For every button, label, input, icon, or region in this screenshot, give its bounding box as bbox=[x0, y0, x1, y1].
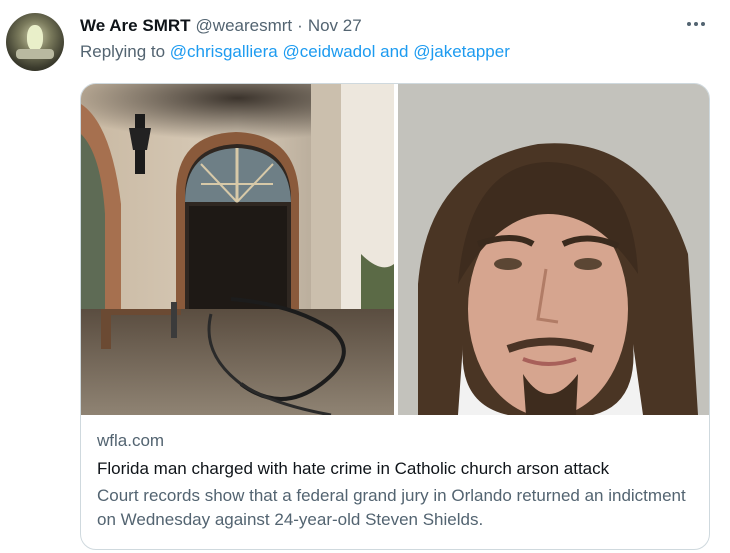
mugshot-photo[interactable] bbox=[398, 84, 709, 415]
mention-link[interactable]: @jaketapper bbox=[413, 42, 510, 61]
replying-to-label: Replying to bbox=[80, 42, 166, 61]
link-card[interactable]: wfla.com Florida man charged with hate c… bbox=[80, 83, 710, 550]
avatar-figure bbox=[27, 25, 43, 51]
avatar[interactable] bbox=[6, 13, 64, 71]
mention-and[interactable]: and bbox=[380, 42, 408, 61]
mention-link[interactable]: @chrisgalliera bbox=[170, 42, 278, 61]
more-horizontal-icon-graphic bbox=[687, 22, 705, 26]
card-media[interactable] bbox=[81, 84, 709, 415]
tweet-header: We Are SMRT @wearesmrt · Nov 27 bbox=[80, 14, 362, 38]
display-name[interactable]: We Are SMRT bbox=[80, 16, 191, 36]
separator-dot: · bbox=[297, 16, 303, 35]
card-domain: wfla.com bbox=[97, 431, 165, 450]
tweet-date[interactable]: Nov 27 bbox=[308, 16, 362, 36]
church-photo-image bbox=[81, 84, 394, 415]
mugshot-photo-image bbox=[398, 84, 709, 415]
card-text[interactable]: wfla.com Florida man charged with hate c… bbox=[97, 430, 697, 532]
replying-to: Replying to @chrisgalliera @ceidwadol an… bbox=[80, 42, 510, 62]
card-title[interactable]: Florida man charged with hate crime in C… bbox=[97, 458, 697, 480]
card-description: Court records show that a federal grand … bbox=[97, 486, 686, 529]
church-photo[interactable] bbox=[81, 84, 394, 415]
mention-link[interactable]: @ceidwadol bbox=[283, 42, 376, 61]
avatar-figure-band bbox=[16, 49, 54, 59]
more-horizontal-icon[interactable] bbox=[682, 12, 710, 36]
user-handle[interactable]: @wearesmrt bbox=[196, 16, 293, 36]
